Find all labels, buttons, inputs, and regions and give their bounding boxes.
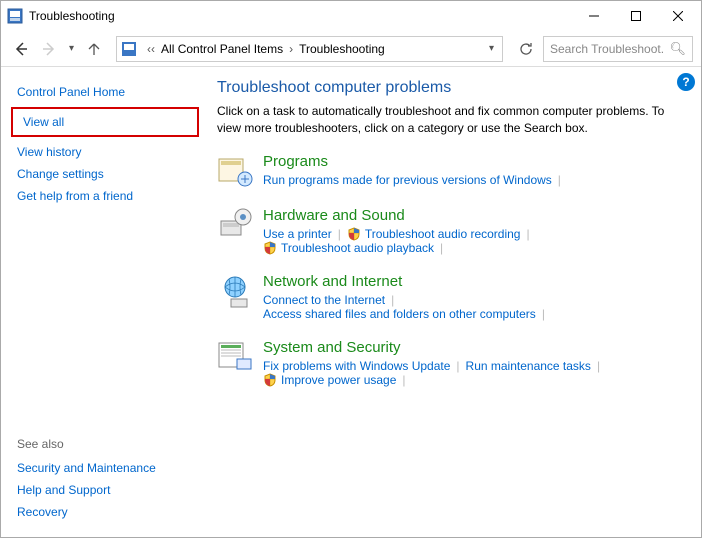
sidebar-security-maintenance[interactable]: Security and Maintenance [11,457,199,479]
sidebar-change-settings[interactable]: Change settings [11,163,199,185]
page-title: Troubleshoot computer problems [217,79,681,97]
category-title[interactable]: Hardware and Sound [263,207,681,224]
window-title: Troubleshooting [29,9,573,23]
up-button[interactable] [82,37,106,61]
link-divider: | [440,241,443,255]
sidebar-recovery[interactable]: Recovery [11,501,199,523]
link-divider: | [526,227,529,241]
search-box[interactable]: 🔍︎ [543,36,693,62]
network-icon [217,273,253,309]
link-run-programs-compat[interactable]: Run programs made for previous versions … [263,173,552,187]
sidebar-view-history[interactable]: View history [11,141,199,163]
toolbar: ▾ ‹‹ All Control Panel Items › Troublesh… [1,31,701,67]
link-shared-files[interactable]: Access shared files and folders on other… [263,307,536,321]
link-power-usage[interactable]: Improve power usage [263,373,396,387]
content-body: Control Panel Home View all View history… [1,67,701,537]
sidebar-view-all[interactable]: View all [17,111,193,133]
link-divider: | [402,373,405,387]
shield-icon [263,241,277,255]
shield-icon [263,373,277,387]
category-system: System and Security Fix problems with Wi… [217,339,681,387]
page-subtitle: Click on a task to automatically trouble… [217,103,681,137]
system-icon [217,339,253,375]
link-divider: | [338,227,341,241]
link-maintenance[interactable]: Run maintenance tasks [466,359,591,373]
help-button[interactable]: ? [677,73,695,91]
link-use-printer[interactable]: Use a printer [263,227,332,241]
link-divider: | [542,307,545,321]
address-bar[interactable]: ‹‹ All Control Panel Items › Troubleshoo… [116,36,503,62]
link-divider: | [597,359,600,373]
link-connect-internet[interactable]: Connect to the Internet [263,293,385,307]
hardware-icon [217,207,253,243]
sidebar-get-help[interactable]: Get help from a friend [11,185,199,207]
category-network: Network and Internet Connect to the Inte… [217,273,681,321]
sidebar-help-support[interactable]: Help and Support [11,479,199,501]
category-title[interactable]: Network and Internet [263,273,681,290]
control-panel-icon [121,41,137,57]
link-divider: | [391,293,394,307]
category-programs: Programs Run programs made for previous … [217,153,681,189]
programs-icon [217,153,253,189]
link-divider: | [558,173,561,187]
maximize-button[interactable] [615,2,657,30]
category-title[interactable]: System and Security [263,339,681,356]
minimize-button[interactable] [573,2,615,30]
link-audio-recording[interactable]: Troubleshoot audio recording [347,227,521,241]
recent-locations-dropdown[interactable]: ▾ [65,43,78,54]
close-button[interactable] [657,2,699,30]
app-icon [7,8,23,24]
link-audio-playback[interactable]: Troubleshoot audio playback [263,241,434,255]
search-input[interactable] [550,42,665,56]
breadcrumb-item-2[interactable]: Troubleshooting [299,42,385,56]
see-also-heading: See also [11,431,199,457]
shield-icon [347,227,361,241]
breadcrumb-separator[interactable]: › [289,42,293,56]
breadcrumb-item-1[interactable]: All Control Panel Items [161,42,283,56]
link-divider: | [456,359,459,373]
address-dropdown[interactable]: ▾ [485,43,498,54]
category-title[interactable]: Programs [263,153,681,170]
link-windows-update[interactable]: Fix problems with Windows Update [263,359,450,373]
sidebar: Control Panel Home View all View history… [1,67,209,537]
sidebar-home[interactable]: Control Panel Home [11,81,199,103]
refresh-button[interactable] [513,36,539,62]
back-button[interactable] [9,37,33,61]
titlebar: Troubleshooting [1,1,701,31]
forward-button[interactable] [37,37,61,61]
breadcrumb-separator[interactable]: ‹‹ [147,42,155,56]
category-hardware: Hardware and Sound Use a printer | Troub… [217,207,681,255]
search-icon: 🔍︎ [669,41,686,57]
highlight-box: View all [11,107,199,137]
main-panel: ? Troubleshoot computer problems Click o… [209,67,701,537]
